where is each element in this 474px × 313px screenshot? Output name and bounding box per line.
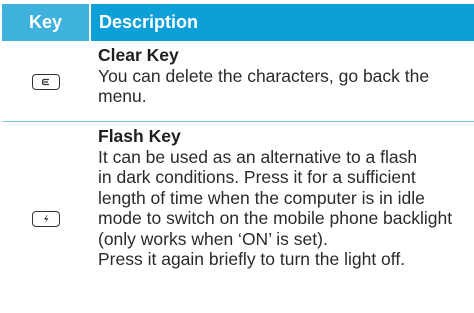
table-row-clear-key: Clear Key You can delete the characters,… [2, 41, 474, 122]
description-line: You can delete the characters, go back t… [98, 66, 468, 87]
description-line: (only works when ‘ON’ is set). [98, 229, 468, 250]
description-line: in dark conditions. Press it for a suffi… [98, 167, 468, 188]
key-description-table: Key Description Clear Key You can delete… [2, 4, 474, 313]
page: Key Description Clear Key You can delete… [0, 0, 474, 305]
description-line: mode to switch on the mobile phone backl… [98, 208, 468, 229]
table-header-row: Key Description [2, 4, 474, 41]
key-cell [2, 41, 90, 122]
header-description: Description [90, 4, 474, 41]
row-title: Clear Key [98, 45, 468, 66]
description-line: length of time when the computer is in i… [98, 188, 468, 209]
clear-key-icon [32, 74, 60, 90]
description-line: It can be used as an alternative to a fl… [98, 147, 468, 168]
header-key: Key [2, 4, 90, 41]
row-title: Flash Key [98, 126, 468, 147]
table-row-flash-key: Flash Key It can be used as an alternati… [2, 122, 474, 313]
description-line: Press it again briefly to turn the light… [98, 249, 468, 270]
flash-key-icon [32, 211, 60, 227]
description-line: menu. [98, 86, 468, 107]
description-cell: Flash Key It can be used as an alternati… [90, 122, 474, 313]
key-cell [2, 122, 90, 313]
description-cell: Clear Key You can delete the characters,… [90, 41, 474, 122]
